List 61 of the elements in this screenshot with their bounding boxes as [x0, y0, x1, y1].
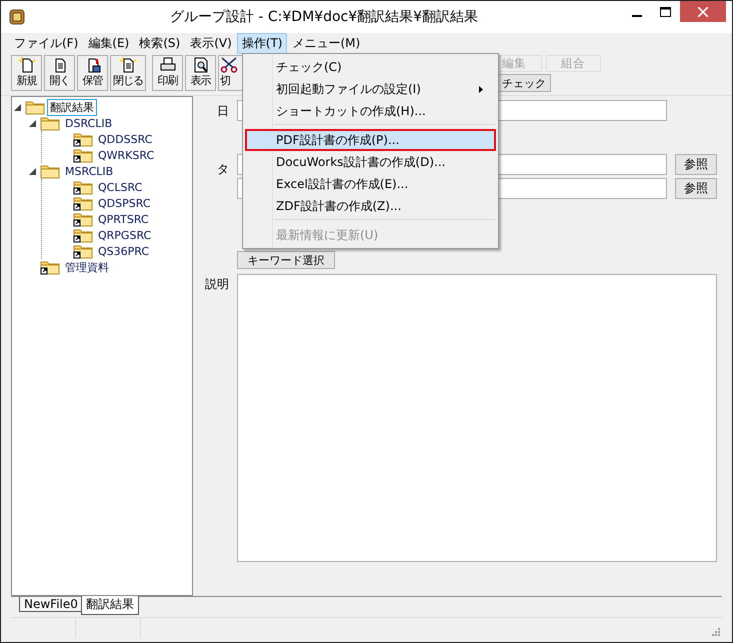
toolbar-button[interactable]: 開く — [44, 55, 75, 91]
toolbar-button[interactable]: 印刷 — [152, 55, 183, 91]
maximize-icon — [660, 6, 671, 16]
folder-shortcut-icon — [40, 259, 60, 275]
folder-shortcut-icon — [73, 227, 93, 243]
menu-item[interactable]: 検索(S) — [134, 32, 186, 54]
close-icon — [698, 6, 708, 16]
collapse-icon[interactable] — [14, 104, 21, 110]
folder-shortcut-icon — [73, 147, 93, 163]
tree-item[interactable]: QDSPSRC — [95, 196, 154, 210]
tree-item[interactable]: QWRKSRC — [95, 148, 158, 162]
folder-shortcut-icon — [73, 211, 93, 227]
toolbar-button[interactable]: 保管 — [77, 55, 108, 91]
keyword-button[interactable]: キーワード選択 — [237, 251, 335, 269]
folder-shortcut-icon — [73, 131, 93, 147]
browse-button[interactable]: 参照 — [675, 178, 717, 199]
menu-item[interactable]: Excel設計書の作成(E)... — [245, 173, 496, 195]
tree-item[interactable]: 翻訳結果 — [47, 98, 97, 116]
app-icon — [8, 8, 26, 26]
tree-item[interactable]: QDDSSRC — [95, 132, 156, 146]
menu-item[interactable]: メニュー(M) — [287, 32, 366, 54]
tree-item[interactable]: QRPGSRC — [95, 228, 154, 242]
document-icon — [18, 57, 36, 73]
folder-icon — [40, 163, 60, 179]
menu-item[interactable]: ファイル(F) — [9, 32, 84, 54]
browse-button[interactable]: 参照 — [675, 154, 717, 174]
toolbar-button[interactable]: 新規 — [11, 55, 42, 91]
menu-item[interactable]: 表示(V) — [185, 32, 237, 54]
collapse-icon[interactable] — [29, 168, 36, 174]
field-label: 説明 — [204, 276, 229, 293]
collapse-icon[interactable] — [29, 120, 36, 126]
folder-shortcut-icon — [73, 179, 93, 195]
tree-item[interactable]: QCLSRC — [95, 180, 146, 194]
tree-item[interactable]: 管理資料 — [62, 258, 112, 276]
tree-item[interactable]: MSRCLIB — [62, 164, 116, 178]
document-icon — [119, 57, 137, 73]
folder-icon — [40, 115, 60, 131]
tree-item[interactable]: QS36PRC — [95, 244, 152, 258]
file-tab[interactable]: NewFile0 — [19, 597, 83, 612]
file-tab[interactable]: 翻訳結果 — [80, 596, 139, 615]
menu-item[interactable]: 編集(E) — [83, 32, 134, 54]
folder-shortcut-icon — [73, 243, 93, 259]
menu-item[interactable]: 操作(T) — [236, 32, 288, 54]
folder-icon — [25, 99, 45, 115]
resize-grip-icon[interactable] — [712, 628, 720, 636]
menu-item[interactable]: PDF設計書の作成(P)... — [245, 129, 496, 151]
scissors-icon — [220, 57, 238, 73]
tree-item[interactable]: QPRTSRC — [95, 212, 152, 226]
close-button[interactable] — [680, 1, 726, 22]
field-label: 日 — [216, 103, 229, 120]
menu-item[interactable]: DocuWorks設計書の作成(D)... — [245, 151, 496, 173]
window-title: グループ設計 - C:¥DM¥doc¥翻訳結果¥翻訳結果 — [168, 8, 480, 26]
field-label: タ — [216, 161, 229, 175]
minimize-icon — [632, 14, 642, 16]
tree-item[interactable]: DSRCLIB — [62, 116, 116, 130]
printer-icon — [158, 57, 176, 73]
description-field[interactable] — [237, 274, 717, 562]
toolbar-button[interactable]: 閉じる — [110, 55, 146, 91]
magnifier-icon — [192, 57, 210, 73]
toolbar-button[interactable]: 表示 — [185, 55, 216, 91]
folder-shortcut-icon — [73, 195, 93, 211]
